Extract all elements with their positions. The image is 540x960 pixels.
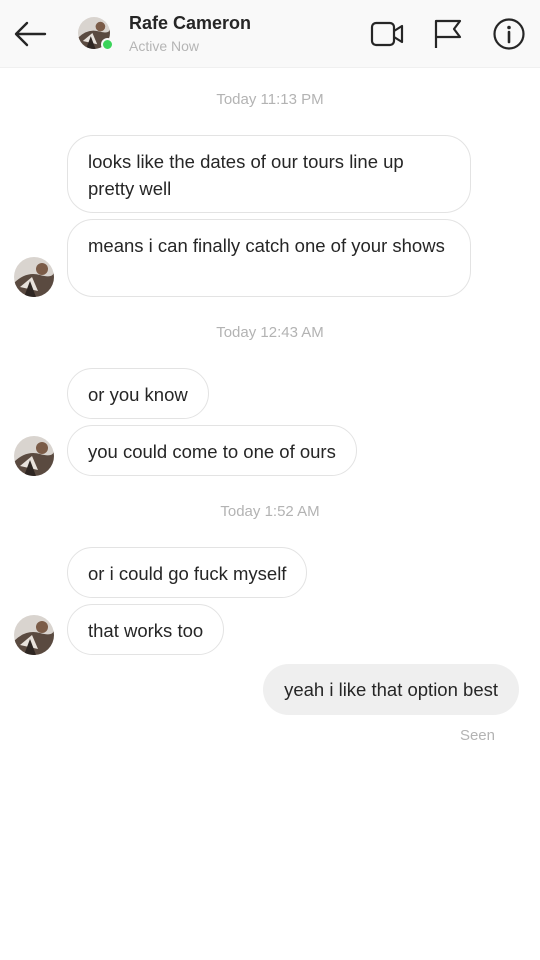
contact-name[interactable]: Rafe Cameron (129, 13, 251, 34)
received-message[interactable]: or i could go fuck myself (67, 547, 308, 598)
active-status: Active Now (129, 38, 200, 54)
seen-receipt: Seen (459, 727, 495, 744)
info-icon[interactable] (491, 16, 527, 52)
message-timestamp: Today 11:13 PM (216, 91, 324, 108)
received-message[interactable]: looks like the dates of our tours line u… (67, 135, 471, 213)
received-message[interactable]: you could come to one of ours (67, 425, 357, 476)
avatar[interactable] (14, 436, 54, 476)
message-timestamp: Today 1:52 AM (220, 503, 320, 520)
chat-header: Rafe Cameron Active Now (0, 0, 540, 68)
arrow-left-icon[interactable] (12, 15, 50, 53)
received-message[interactable]: that works too (67, 604, 225, 655)
avatar[interactable] (14, 257, 54, 297)
sent-message[interactable]: yeah i like that option best (263, 664, 519, 715)
avatar[interactable] (14, 615, 54, 655)
received-message[interactable]: means i can finally catch one of your sh… (67, 219, 471, 297)
received-message[interactable]: or you know (67, 368, 209, 419)
message-timestamp: Today 12:43 AM (216, 324, 324, 341)
flag-icon[interactable] (430, 16, 466, 52)
online-status-dot (101, 38, 114, 51)
video-camera-icon[interactable] (369, 16, 405, 52)
